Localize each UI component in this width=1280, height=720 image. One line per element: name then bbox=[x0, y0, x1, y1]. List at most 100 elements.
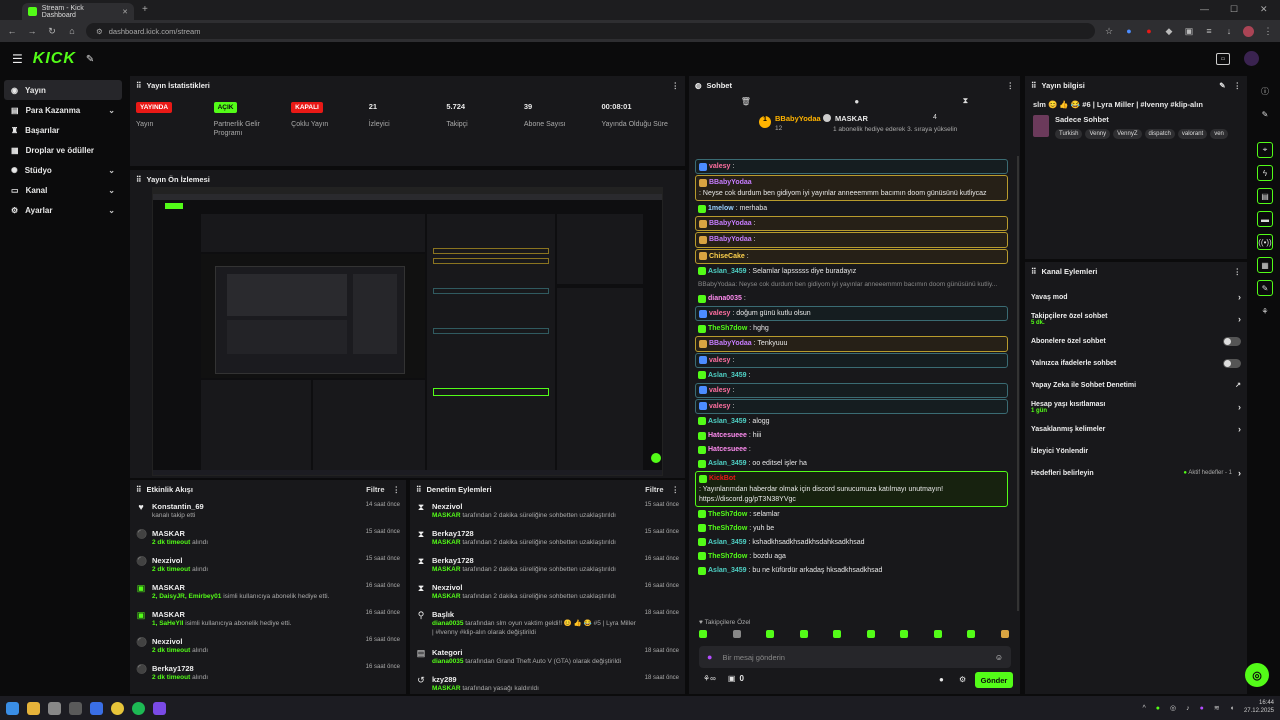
speaker-icon[interactable]: ◖ bbox=[1230, 705, 1234, 712]
chat-username[interactable]: Aslan_3459 bbox=[708, 538, 747, 547]
mic-icon[interactable]: ● bbox=[1200, 705, 1204, 712]
chat-scrollbar[interactable] bbox=[1017, 156, 1019, 611]
emoji-picker-icon[interactable]: ☺ bbox=[995, 653, 1003, 662]
reload-icon[interactable]: ↻ bbox=[46, 25, 58, 37]
gift-icon[interactable]: ▣ bbox=[728, 674, 736, 683]
emote-icon[interactable] bbox=[967, 630, 976, 638]
browser-menu-icon[interactable]: ⋮ bbox=[1262, 25, 1274, 37]
event-user[interactable]: MASKAR bbox=[152, 529, 360, 539]
chat-username[interactable]: KickBot bbox=[709, 474, 735, 483]
chat-message[interactable]: diana0035: bbox=[695, 292, 1008, 305]
obs-icon[interactable] bbox=[153, 701, 166, 715]
hourglass-icon[interactable]: ⧗ bbox=[963, 96, 969, 106]
chat-message[interactable]: Aslan_3459: Selamlar lapsssss diye burad… bbox=[695, 265, 1008, 278]
chat-username[interactable]: valesy bbox=[709, 402, 730, 411]
close-window-icon[interactable]: ✕ bbox=[1260, 4, 1268, 15]
chat-message[interactable]: TheSh7dow: yuh be bbox=[695, 522, 1008, 535]
chat-username[interactable]: Hatcesueee bbox=[708, 445, 747, 454]
chat-message[interactable]: BBabyYodaa: Neyse cok durdum ben gidiyom… bbox=[695, 279, 1008, 291]
emote-icon[interactable] bbox=[799, 630, 808, 638]
menu-icon[interactable]: ☰ bbox=[12, 52, 23, 66]
chat-message[interactable]: Aslan_3459: bu ne küfürdür arkadaş hksad… bbox=[695, 564, 1008, 577]
chat-username[interactable]: TheSh7dow bbox=[708, 510, 747, 519]
extension-icon[interactable]: ◆ bbox=[1163, 25, 1175, 37]
chat-username[interactable]: Aslan_3459 bbox=[708, 459, 747, 468]
chat-username[interactable]: TheSh7dow bbox=[708, 524, 747, 533]
top-gifter-name[interactable]: BBabyYodaa bbox=[775, 114, 821, 123]
tray-chevron-icon[interactable]: ^ bbox=[1142, 705, 1145, 712]
maximize-icon[interactable]: ☐ bbox=[1230, 4, 1238, 15]
broadcast-icon[interactable]: ((•)) bbox=[1257, 234, 1273, 250]
chat-message[interactable]: 1melow: merhaba bbox=[695, 202, 1008, 215]
chat-username[interactable]: BBabyYodaa bbox=[709, 219, 752, 228]
raid-row[interactable]: İzleyici Yönlendir bbox=[1025, 440, 1247, 462]
people-icon[interactable]: ⚘ bbox=[1257, 303, 1273, 319]
taskbar-app-icon[interactable] bbox=[69, 701, 82, 715]
support-chat-button[interactable]: ◎ bbox=[1245, 663, 1269, 687]
chat-message[interactable]: valesy: bbox=[695, 159, 1008, 175]
taskbar-app-icon[interactable] bbox=[90, 701, 103, 715]
site-info-icon[interactable]: ⚙ bbox=[96, 27, 103, 36]
emote-icon[interactable] bbox=[1000, 630, 1009, 638]
close-tab-icon[interactable]: ✕ bbox=[122, 8, 128, 16]
event-user[interactable]: MASKAR bbox=[152, 583, 360, 593]
download-icon[interactable]: ↓ bbox=[1223, 25, 1235, 37]
chat-username[interactable]: Aslan_3459 bbox=[708, 267, 747, 276]
chat-users-icon[interactable]: ⚘∞ bbox=[703, 674, 716, 683]
layout-icon[interactable]: ▦ bbox=[1257, 257, 1273, 273]
sidebar-item-studyo[interactable]: ✺ Stüdyo ⌄ bbox=[4, 160, 122, 180]
kick-logo[interactable]: KICK bbox=[33, 50, 76, 68]
chat-username[interactable]: BBabyYodaa bbox=[709, 339, 752, 348]
emote-icon[interactable] bbox=[933, 630, 942, 638]
chat-message[interactable]: TheSh7dow: bozdu aga bbox=[695, 550, 1008, 563]
chrome-icon[interactable] bbox=[111, 701, 124, 715]
drag-handle-icon[interactable]: ⠿ bbox=[416, 485, 422, 494]
event-user[interactable]: Berkay1728 bbox=[152, 664, 360, 674]
sidebar-item-yayin[interactable]: ◉ Yayın bbox=[4, 80, 122, 100]
chat-bubble-icon[interactable]: ▬ bbox=[1257, 211, 1273, 227]
chat-message[interactable]: BBabyYodaa: Neyse cok durdum ben gidiyom… bbox=[695, 175, 1008, 202]
back-icon[interactable]: ← bbox=[6, 25, 18, 37]
sidebar-item-basarilar[interactable]: ♜ Başarılar bbox=[4, 120, 122, 140]
chat-input[interactable]: ● Bir mesaj gönderin ☺ bbox=[699, 646, 1011, 668]
more-options-icon[interactable]: ⋮ bbox=[1234, 81, 1242, 90]
emote-icon[interactable] bbox=[833, 630, 842, 638]
chat-username[interactable]: valesy bbox=[709, 356, 730, 365]
drag-handle-icon[interactable]: ⠿ bbox=[136, 175, 142, 184]
media-icon[interactable]: ≡ bbox=[1203, 25, 1215, 37]
clock[interactable]: 16:44 27.12.2025 bbox=[1244, 700, 1274, 716]
stream-preview-video[interactable] bbox=[152, 187, 663, 476]
ai-moderation-row[interactable]: Yapay Zeka ile Sohbet Denetimi ↗ bbox=[1025, 374, 1247, 396]
microphone-icon[interactable]: ● bbox=[707, 652, 712, 662]
chat-message[interactable]: Hatcesueee: hiii bbox=[695, 429, 1008, 442]
chat-message[interactable]: valesy: bbox=[695, 382, 1008, 398]
more-options-icon[interactable]: ⋮ bbox=[393, 485, 401, 494]
chat-message[interactable]: Aslan_3459: alogg bbox=[695, 415, 1008, 428]
volume-icon[interactable]: ♪ bbox=[1186, 705, 1190, 712]
chat-username[interactable]: valesy bbox=[709, 309, 730, 318]
event-user[interactable]: kzy289 bbox=[432, 675, 639, 685]
emote-only-toggle[interactable] bbox=[1223, 358, 1241, 368]
chat-message[interactable]: Aslan_3459: oo editsel işler ha bbox=[695, 457, 1008, 470]
forward-icon[interactable]: → bbox=[26, 25, 38, 37]
chat-username[interactable]: BBabyYodaa bbox=[709, 235, 752, 244]
more-options-icon[interactable]: ⋮ bbox=[672, 485, 680, 494]
sidebar-item-kanal[interactable]: ▭ Kanal ⌄ bbox=[4, 180, 122, 200]
emote-icon[interactable] bbox=[699, 630, 707, 638]
send-button[interactable]: Gönder bbox=[975, 672, 1013, 688]
more-options-icon[interactable]: ⋮ bbox=[1234, 267, 1242, 276]
emote-icon[interactable] bbox=[732, 630, 741, 638]
tray-app-icon[interactable]: ● bbox=[1156, 705, 1160, 712]
chat-username[interactable]: ChiseCake bbox=[709, 252, 745, 261]
filter-button[interactable]: Filtre bbox=[645, 485, 663, 494]
followers-only-row[interactable]: Takipçilere özel sohbet 5 dk. › bbox=[1025, 308, 1247, 330]
second-gifter-name[interactable]: MASKAR bbox=[835, 114, 868, 123]
edit-icon[interactable]: ✎ bbox=[1219, 81, 1225, 90]
drag-handle-icon[interactable]: ⠿ bbox=[1031, 267, 1037, 276]
home-icon[interactable]: ⌂ bbox=[66, 25, 78, 37]
minimize-icon[interactable]: — bbox=[1200, 4, 1209, 14]
chat-username[interactable]: TheSh7dow bbox=[708, 324, 747, 333]
chat-username[interactable]: Hatcesueee bbox=[708, 431, 747, 440]
chat-username[interactable]: 1melow bbox=[708, 204, 734, 213]
chat-message[interactable]: TheSh7dow: hghg bbox=[695, 322, 1008, 335]
